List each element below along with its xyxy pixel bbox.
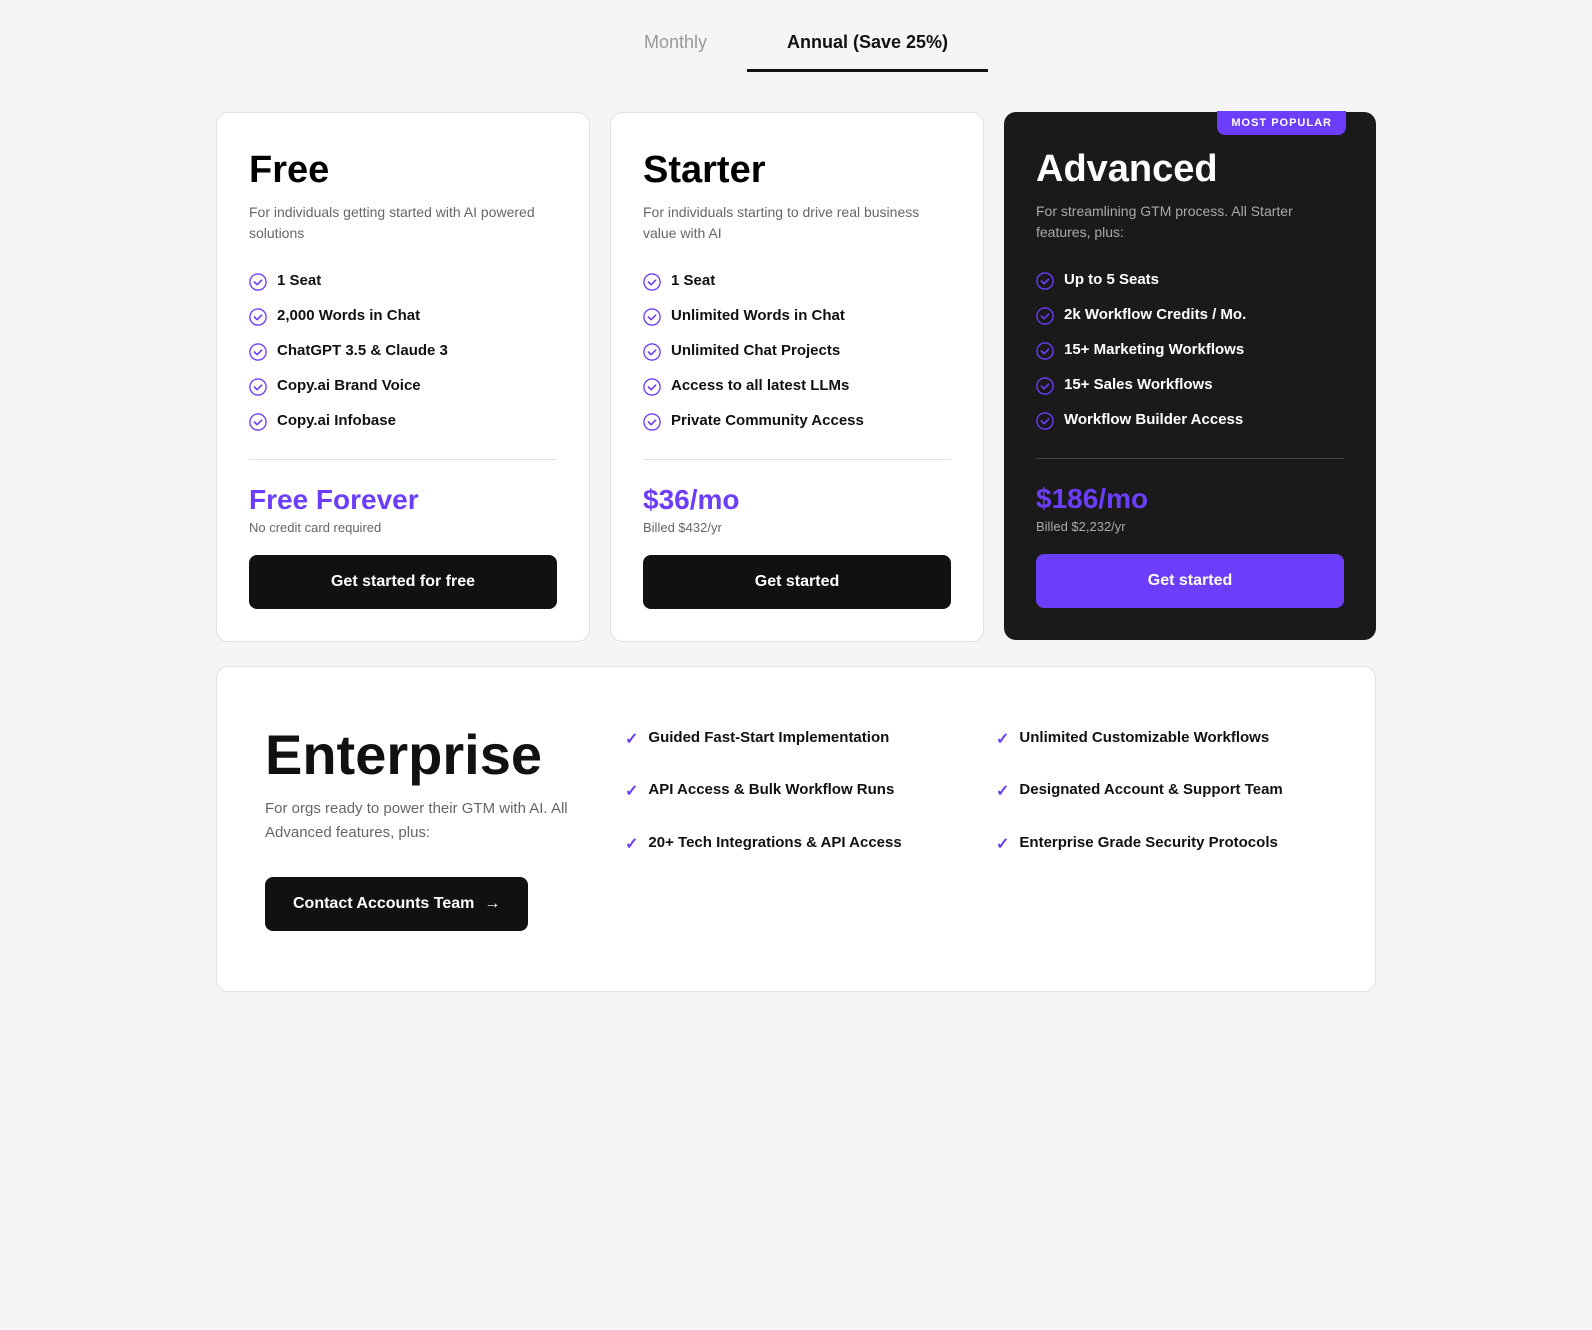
check-icon: ✓ — [625, 834, 638, 856]
starter-get-started-button[interactable]: Get started — [643, 555, 951, 609]
list-item: ✓ Designated Account & Support Team — [996, 779, 1327, 803]
enterprise-section: Enterprise For orgs ready to power their… — [216, 666, 1376, 992]
list-item: 15+ Sales Workflows — [1036, 376, 1344, 395]
list-item: Unlimited Words in Chat — [643, 307, 951, 326]
free-plan-desc: For individuals getting started with AI … — [249, 202, 557, 244]
starter-plan-desc: For individuals starting to drive real b… — [643, 202, 951, 244]
starter-features-list: 1 Seat Unlimited Words in Chat Unlimited… — [643, 272, 951, 431]
enterprise-desc: For orgs ready to power their GTM with A… — [265, 797, 585, 845]
enterprise-left: Enterprise For orgs ready to power their… — [265, 727, 585, 931]
list-item: Up to 5 Seats — [1036, 271, 1344, 290]
advanced-plan-desc: For streamlining GTM process. All Starte… — [1036, 201, 1344, 243]
enterprise-features: ✓ Guided Fast-Start Implementation ✓ API… — [625, 727, 1327, 884]
billing-toggle: Monthly Annual (Save 25%) — [216, 0, 1376, 72]
free-plan-card: Free For individuals getting started wit… — [216, 112, 590, 642]
check-icon: ✓ — [996, 834, 1009, 856]
most-popular-badge: MOST POPULAR — [1217, 111, 1346, 135]
list-item: Private Community Access — [643, 412, 951, 431]
contact-accounts-button[interactable]: Contact Accounts Team → — [265, 877, 528, 931]
monthly-tab[interactable]: Monthly — [604, 20, 747, 72]
arrow-icon: → — [484, 895, 500, 913]
free-features-list: 1 Seat 2,000 Words in Chat ChatGPT 3.5 &… — [249, 272, 557, 431]
list-item: 2,000 Words in Chat — [249, 307, 557, 326]
enterprise-col-2: ✓ Unlimited Customizable Workflows ✓ Des… — [996, 727, 1327, 884]
advanced-get-started-button[interactable]: Get started — [1036, 554, 1344, 608]
list-item: ✓ Unlimited Customizable Workflows — [996, 727, 1327, 751]
starter-plan-card: Starter For individuals starting to driv… — [610, 112, 984, 642]
enterprise-col-1: ✓ Guided Fast-Start Implementation ✓ API… — [625, 727, 956, 884]
check-icon: ✓ — [625, 729, 638, 751]
free-price: Free Forever — [249, 484, 557, 516]
plans-row: Free For individuals getting started wit… — [216, 112, 1376, 642]
list-item: 15+ Marketing Workflows — [1036, 341, 1344, 360]
advanced-price: $186/mo — [1036, 483, 1344, 515]
free-plan-title: Free — [249, 149, 557, 192]
starter-price: $36/mo — [643, 484, 951, 516]
list-item: 1 Seat — [643, 272, 951, 291]
list-item: Copy.ai Infobase — [249, 412, 557, 431]
list-item: 1 Seat — [249, 272, 557, 291]
list-item: ✓ 20+ Tech Integrations & API Access — [625, 832, 956, 856]
advanced-features-list: Up to 5 Seats 2k Workflow Credits / Mo. … — [1036, 271, 1344, 430]
starter-plan-title: Starter — [643, 149, 951, 192]
starter-billed: Billed $432/yr — [643, 520, 951, 535]
list-item: Access to all latest LLMs — [643, 377, 951, 396]
advanced-plan-title: Advanced — [1036, 148, 1344, 191]
list-item: Unlimited Chat Projects — [643, 342, 951, 361]
list-item: ChatGPT 3.5 & Claude 3 — [249, 342, 557, 361]
list-item: ✓ Guided Fast-Start Implementation — [625, 727, 956, 751]
enterprise-title: Enterprise — [265, 727, 585, 783]
free-billed: No credit card required — [249, 520, 557, 535]
list-item: 2k Workflow Credits / Mo. — [1036, 306, 1344, 325]
check-icon: ✓ — [996, 781, 1009, 803]
list-item: Workflow Builder Access — [1036, 411, 1344, 430]
check-icon: ✓ — [996, 729, 1009, 751]
list-item: ✓ Enterprise Grade Security Protocols — [996, 832, 1327, 856]
annual-tab[interactable]: Annual (Save 25%) — [747, 20, 988, 72]
check-icon: ✓ — [625, 781, 638, 803]
list-item: ✓ API Access & Bulk Workflow Runs — [625, 779, 956, 803]
list-item: Copy.ai Brand Voice — [249, 377, 557, 396]
advanced-plan-card: MOST POPULAR Advanced For streamlining G… — [1004, 112, 1376, 640]
free-get-started-button[interactable]: Get started for free — [249, 555, 557, 609]
advanced-billed: Billed $2,232/yr — [1036, 519, 1344, 534]
